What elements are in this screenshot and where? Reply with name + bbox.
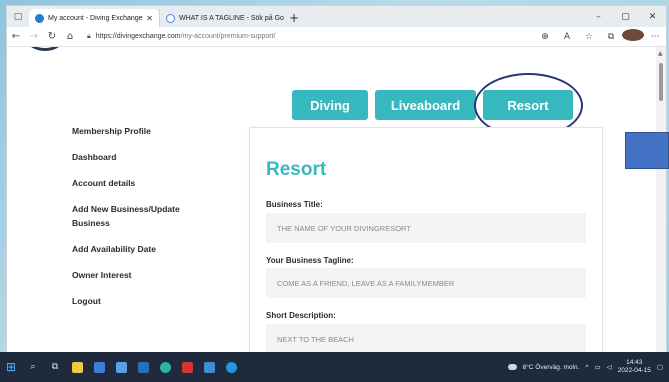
tab-title: My account - Diving Exchange <box>48 14 143 22</box>
mail-icon[interactable] <box>132 352 154 382</box>
search-icon[interactable]: ⌕ <box>22 352 44 382</box>
tray-chevron-icon[interactable]: ^ <box>585 364 588 371</box>
home-icon[interactable]: ⌂ <box>61 31 79 42</box>
business-title-value: THE NAME OF YOUR DIVINGRESORT <box>277 223 411 233</box>
url-field[interactable]: 🔒︎ https://divingexchange.com/my-account… <box>87 29 507 44</box>
page-content: Diving Liveaboard Resort Membership Prof… <box>7 47 666 353</box>
tab-title: WHAT IS A TAGLINE - Sök på Go <box>179 14 284 22</box>
business-tagline-value: COME AS A FRIEND, LEAVE AS A FAMILYMEMBE… <box>277 278 455 288</box>
sidebar-item-dashboard[interactable]: Dashboard <box>72 150 232 164</box>
business-tagline-input[interactable]: COME AS A FRIEND, LEAVE AS A FAMILYMEMBE… <box>266 268 586 298</box>
business-title-input[interactable]: THE NAME OF YOUR DIVINGRESORT <box>266 213 586 243</box>
clock-time: 14:43 <box>626 359 643 366</box>
diving-button[interactable]: Diving <box>292 90 368 120</box>
url-path: /my-account/premium-support/ <box>180 33 276 40</box>
file-explorer-icon[interactable] <box>66 352 88 382</box>
sidebar-item-owner-interest[interactable]: Owner Interest <box>72 268 232 282</box>
account-sidebar: Membership Profile Dashboard Account det… <box>72 124 232 320</box>
sidebar-item-logout[interactable]: Logout <box>72 294 232 308</box>
url-host: https://divingexchange.com <box>95 33 181 40</box>
maximize-icon[interactable]: ▢ <box>612 12 639 22</box>
volume-icon[interactable]: ◁ <box>607 363 612 371</box>
close-tab-icon[interactable]: ✕ <box>146 14 153 23</box>
tab-my-account[interactable]: My account - Diving Exchange ✕ <box>29 9 159 27</box>
read-aloud-icon[interactable]: A <box>556 32 578 42</box>
cloud-icon <box>507 364 517 370</box>
page-scrollbar[interactable]: ▲ <box>656 47 666 353</box>
tab-bar: ▢ My account - Diving Exchange ✕ WHAT IS… <box>7 6 666 27</box>
skype-icon[interactable] <box>220 352 242 382</box>
scrollbar-thumb[interactable] <box>659 63 663 101</box>
minimize-icon[interactable]: – <box>585 12 612 22</box>
calendar-app-icon[interactable] <box>88 352 110 382</box>
sidebar-item-membership-profile[interactable]: Membership Profile <box>72 124 232 138</box>
new-tab-icon[interactable]: + <box>284 9 304 27</box>
sidebar-item-account-details[interactable]: Account details <box>72 176 232 190</box>
forward-icon[interactable]: → <box>25 31 43 42</box>
scroll-up-icon[interactable]: ▲ <box>658 50 663 57</box>
acrobat-icon[interactable] <box>176 352 198 382</box>
short-description-input[interactable]: NEXT TO THE BEACH <box>266 324 586 353</box>
favorites-icon[interactable]: ☆ <box>578 32 600 42</box>
resort-form-panel: Resort Business Title: THE NAME OF YOUR … <box>249 127 603 353</box>
clock-date: 2022-04-15 <box>617 367 651 374</box>
google-favicon-icon <box>166 13 175 23</box>
clock[interactable]: 14:43 2022-04-15 <box>618 359 651 375</box>
window-controls: – ▢ ✕ <box>585 6 666 27</box>
business-tagline-label: Your Business Tagline: <box>266 256 354 265</box>
short-description-value: NEXT TO THE BEACH <box>277 334 354 344</box>
notifications-icon[interactable]: ▢ <box>657 363 663 371</box>
lock-icon: 🔒︎ <box>87 32 91 40</box>
form-heading: Resort <box>266 159 327 180</box>
refresh-icon[interactable]: ↻ <box>43 31 61 42</box>
windows-start-icon[interactable]: ⊞ <box>0 352 22 382</box>
store-icon[interactable] <box>110 352 132 382</box>
close-window-icon[interactable]: ✕ <box>639 12 666 22</box>
taskbar: ⊞ ⌕ ⧉ 8°C Överväg. moln. ^ ▭ ◁ 14:43 202… <box>0 352 669 382</box>
back-icon[interactable]: ← <box>7 31 25 42</box>
site-logo[interactable] <box>27 47 63 51</box>
sidebar-item-add-business[interactable]: Add New Business/Update Business <box>72 202 207 230</box>
zoom-icon[interactable]: ⊕ <box>534 32 556 42</box>
sidebar-item-add-availability[interactable]: Add Availability Date <box>72 242 232 256</box>
photos-icon[interactable] <box>198 352 220 382</box>
network-icon[interactable]: ▭ <box>594 363 600 371</box>
tab-tagline-search[interactable]: WHAT IS A TAGLINE - Sök på Go ✕ <box>159 9 284 27</box>
browser-window: ▢ My account - Diving Exchange ✕ WHAT IS… <box>6 5 667 353</box>
collections-icon[interactable]: ⧉ <box>600 32 622 42</box>
edge-browser-icon[interactable] <box>154 352 176 382</box>
profile-icon[interactable] <box>622 29 644 44</box>
avatar <box>622 29 644 41</box>
task-view-icon[interactable]: ⧉ <box>44 352 66 382</box>
business-title-label: Business Title: <box>266 200 323 209</box>
tab-actions-icon[interactable]: ▢ <box>7 6 29 27</box>
liveaboard-button[interactable]: Liveaboard <box>375 90 476 120</box>
site-favicon-icon <box>35 13 44 23</box>
weather-text[interactable]: 8°C Överväg. moln. <box>523 364 580 371</box>
system-tray: 8°C Överväg. moln. ^ ▭ ◁ 14:43 2022-04-1… <box>507 359 669 375</box>
short-description-label: Short Description: <box>266 311 336 320</box>
blue-rectangle-overlay <box>625 132 669 169</box>
address-bar-row: ← → ↻ ⌂ 🔒︎ https://divingexchange.com/my… <box>7 27 666 47</box>
more-icon[interactable]: ··· <box>644 32 666 42</box>
